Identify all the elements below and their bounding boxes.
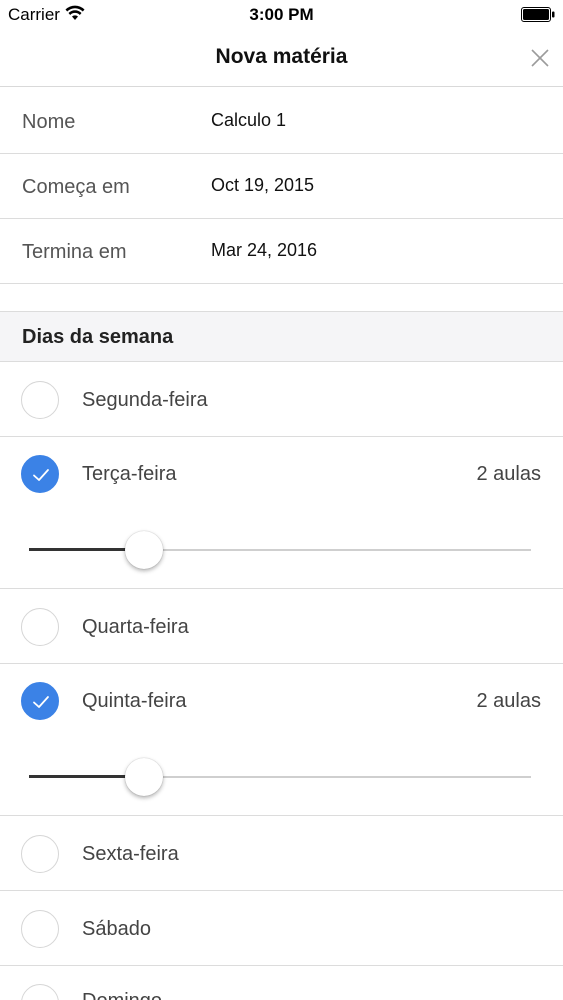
- day-label-friday: Sexta-feira: [82, 843, 179, 865]
- status-bar: Carrier 3:00 PM: [0, 0, 563, 30]
- day-label-thursday: Quinta-feira: [82, 690, 187, 712]
- end-date-label: Termina em: [22, 241, 127, 263]
- battery-icon: [521, 7, 555, 22]
- day-row-tuesday[interactable]: Terça-feira 2 aulas: [0, 437, 563, 589]
- day-label-sunday: Domingo: [82, 990, 162, 1000]
- friday-checkbox[interactable]: [21, 835, 59, 873]
- thursday-checkbox[interactable]: [21, 682, 59, 720]
- day-label-saturday: Sábado: [82, 918, 151, 940]
- checkmark-icon: [33, 696, 49, 708]
- day-label-wednesday: Quarta-feira: [82, 616, 189, 638]
- name-field[interactable]: Calculo 1: [211, 110, 286, 131]
- class-count-slider-thursday[interactable]: [29, 757, 531, 797]
- status-time: 3:00 PM: [249, 5, 314, 24]
- name-label: Nome: [22, 111, 76, 133]
- page-title: Nova matéria: [215, 45, 348, 68]
- wednesday-checkbox[interactable]: [21, 608, 59, 646]
- class-count-thursday: 2 aulas: [476, 690, 542, 712]
- day-row-saturday[interactable]: Sábado: [0, 891, 563, 966]
- day-row-sunday[interactable]: Domingo: [0, 966, 563, 1000]
- slider-thumb[interactable]: [125, 758, 164, 796]
- class-count-slider-tuesday[interactable]: [29, 530, 531, 570]
- screen: Carrier 3:00 PM Nova matéria Nome Calcul…: [0, 0, 563, 1000]
- start-date-label: Começa em: [22, 176, 130, 198]
- day-row-friday[interactable]: Sexta-feira: [0, 816, 563, 891]
- day-row-monday[interactable]: Segunda-feira: [0, 362, 563, 437]
- checkmark-icon: [33, 469, 49, 481]
- section-title: Dias da semana: [22, 326, 174, 348]
- saturday-checkbox[interactable]: [21, 910, 59, 948]
- day-row-wednesday[interactable]: Quarta-feira: [0, 589, 563, 664]
- slider-thumb[interactable]: [125, 531, 164, 569]
- navigation-bar: Nova matéria: [0, 30, 563, 87]
- name-row[interactable]: Nome Calculo 1: [0, 88, 563, 154]
- end-date-field[interactable]: Mar 24, 2016: [211, 240, 317, 261]
- close-icon[interactable]: [529, 47, 551, 69]
- tuesday-checkbox[interactable]: [21, 455, 59, 493]
- monday-checkbox[interactable]: [21, 381, 59, 419]
- sunday-checkbox[interactable]: [21, 984, 59, 1000]
- start-date-field[interactable]: Oct 19, 2015: [211, 175, 314, 196]
- weekdays-section-header: Dias da semana: [0, 311, 563, 362]
- day-label-monday: Segunda-feira: [82, 389, 208, 411]
- day-label-tuesday: Terça-feira: [82, 463, 177, 485]
- start-date-row[interactable]: Começa em Oct 19, 2015: [0, 153, 563, 219]
- day-row-thursday[interactable]: Quinta-feira 2 aulas: [0, 664, 563, 816]
- end-date-row[interactable]: Termina em Mar 24, 2016: [0, 218, 563, 284]
- class-count-tuesday: 2 aulas: [476, 463, 542, 485]
